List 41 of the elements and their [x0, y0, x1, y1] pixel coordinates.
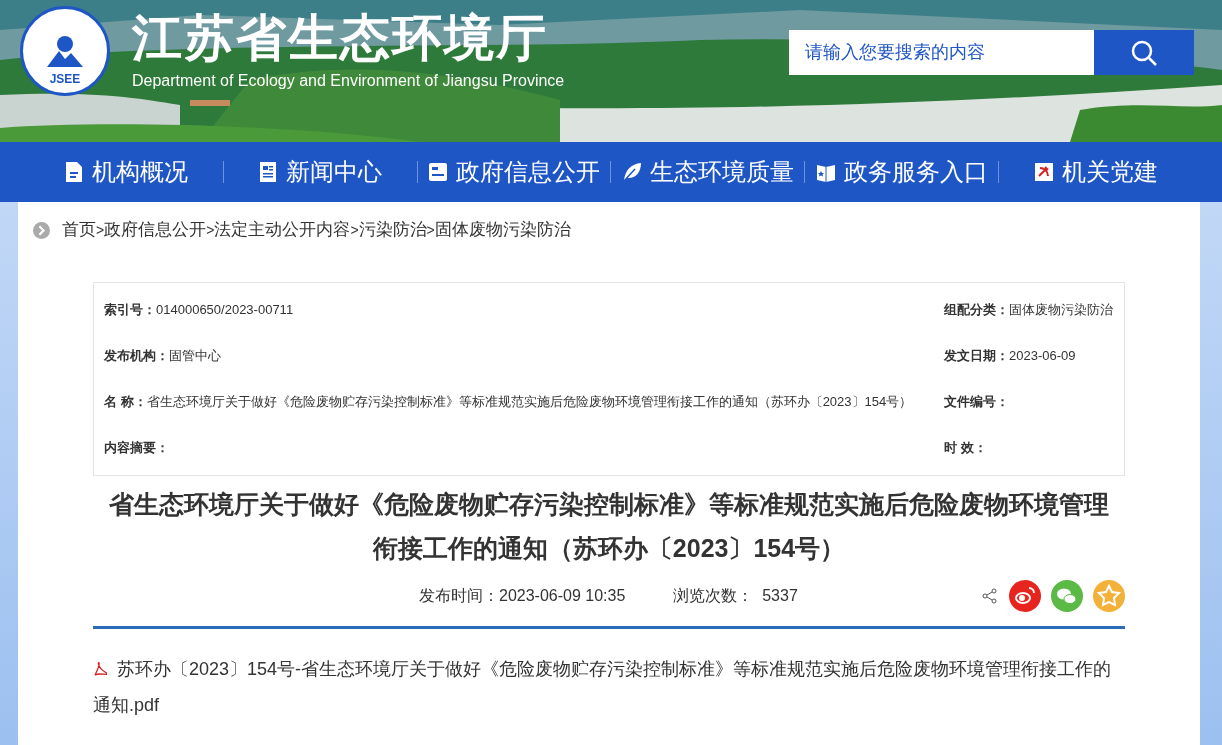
- metadata-field: 名 称：省生态环境厅关于做好《危险废物贮存污染控制标准》等标准规范实施后危险废物环境管理衔接工作的通知（苏环办〔2023〕154号）: [104, 387, 944, 417]
- nav-link[interactable]: 机关党建: [999, 154, 1192, 190]
- share-icon[interactable]: [981, 587, 999, 605]
- search-icon: [1130, 38, 1158, 67]
- breadcrumb-separator: >: [96, 220, 105, 240]
- breadcrumb-link[interactable]: 政府信息公开: [104, 217, 207, 243]
- metadata-field: 发布机构：固管中心: [104, 341, 944, 371]
- metadata-field: 文件编号：: [944, 387, 1114, 417]
- metadata-field: 组配分类：固体废物污染防治: [944, 295, 1114, 325]
- search-button[interactable]: [1094, 30, 1194, 75]
- breadcrumb-separator: >: [350, 220, 359, 240]
- breadcrumb-link[interactable]: 固体废物污染防治: [434, 217, 571, 243]
- nav-link[interactable]: 生态环境质量: [611, 154, 805, 190]
- breadcrumb-separator: >: [206, 220, 215, 240]
- document-icon: [64, 161, 85, 183]
- pdf-icon: [93, 661, 107, 677]
- site-subtitle: Department of Ecology and Environment of Jiangsu Province: [132, 71, 565, 91]
- search-field[interactable]: 请输入您要搜索的内容: [789, 30, 1094, 75]
- article-title: 省生态环境厅关于做好《危险废物贮存污染控制标准》等标准规范实施后危险废物环境管理衔接工作的通知（苏环办〔2023〕154号）: [108, 489, 1110, 564]
- attachment-link[interactable]: 苏环办〔2023〕154号-省生态环境厅关于做好《危险废物贮存污染控制标准》等标准规范实施后危险废物环境管理衔接工作的通知.pdf: [93, 651, 1125, 723]
- metadata-field: 发文日期：2023-06-09: [944, 341, 1114, 371]
- weibo-icon[interactable]: [1009, 580, 1041, 612]
- breadcrumb-link[interactable]: 首页: [62, 217, 96, 243]
- wechat-icon[interactable]: [1051, 580, 1083, 612]
- id-card-icon: [428, 161, 449, 183]
- nav-link[interactable]: 机构概况: [30, 154, 223, 190]
- metadata-field: 内容摘要：: [104, 433, 944, 463]
- chevron-circle-icon: [33, 221, 50, 239]
- view-count: 浏览次数： 5337: [673, 586, 798, 606]
- metadata-field: 索引号：014000650/2023-00711: [104, 295, 944, 325]
- nav-link[interactable]: 政府信息公开: [417, 154, 611, 190]
- publish-time: 发布时间：2023-06-09 10:35: [419, 586, 626, 606]
- leaf-icon: [621, 161, 642, 183]
- metadata-field: 时 效：: [944, 433, 1114, 463]
- breadcrumb-separator: >: [426, 220, 435, 240]
- newspaper-icon: [258, 161, 279, 183]
- nav-link[interactable]: 新闻中心: [223, 154, 417, 190]
- breadcrumb-link[interactable]: 污染防治: [358, 217, 427, 243]
- party-emblem-icon: [1033, 161, 1054, 183]
- breadcrumb-link[interactable]: 法定主动公开内容: [214, 217, 351, 243]
- nav-link[interactable]: 政务服务入口: [805, 154, 999, 190]
